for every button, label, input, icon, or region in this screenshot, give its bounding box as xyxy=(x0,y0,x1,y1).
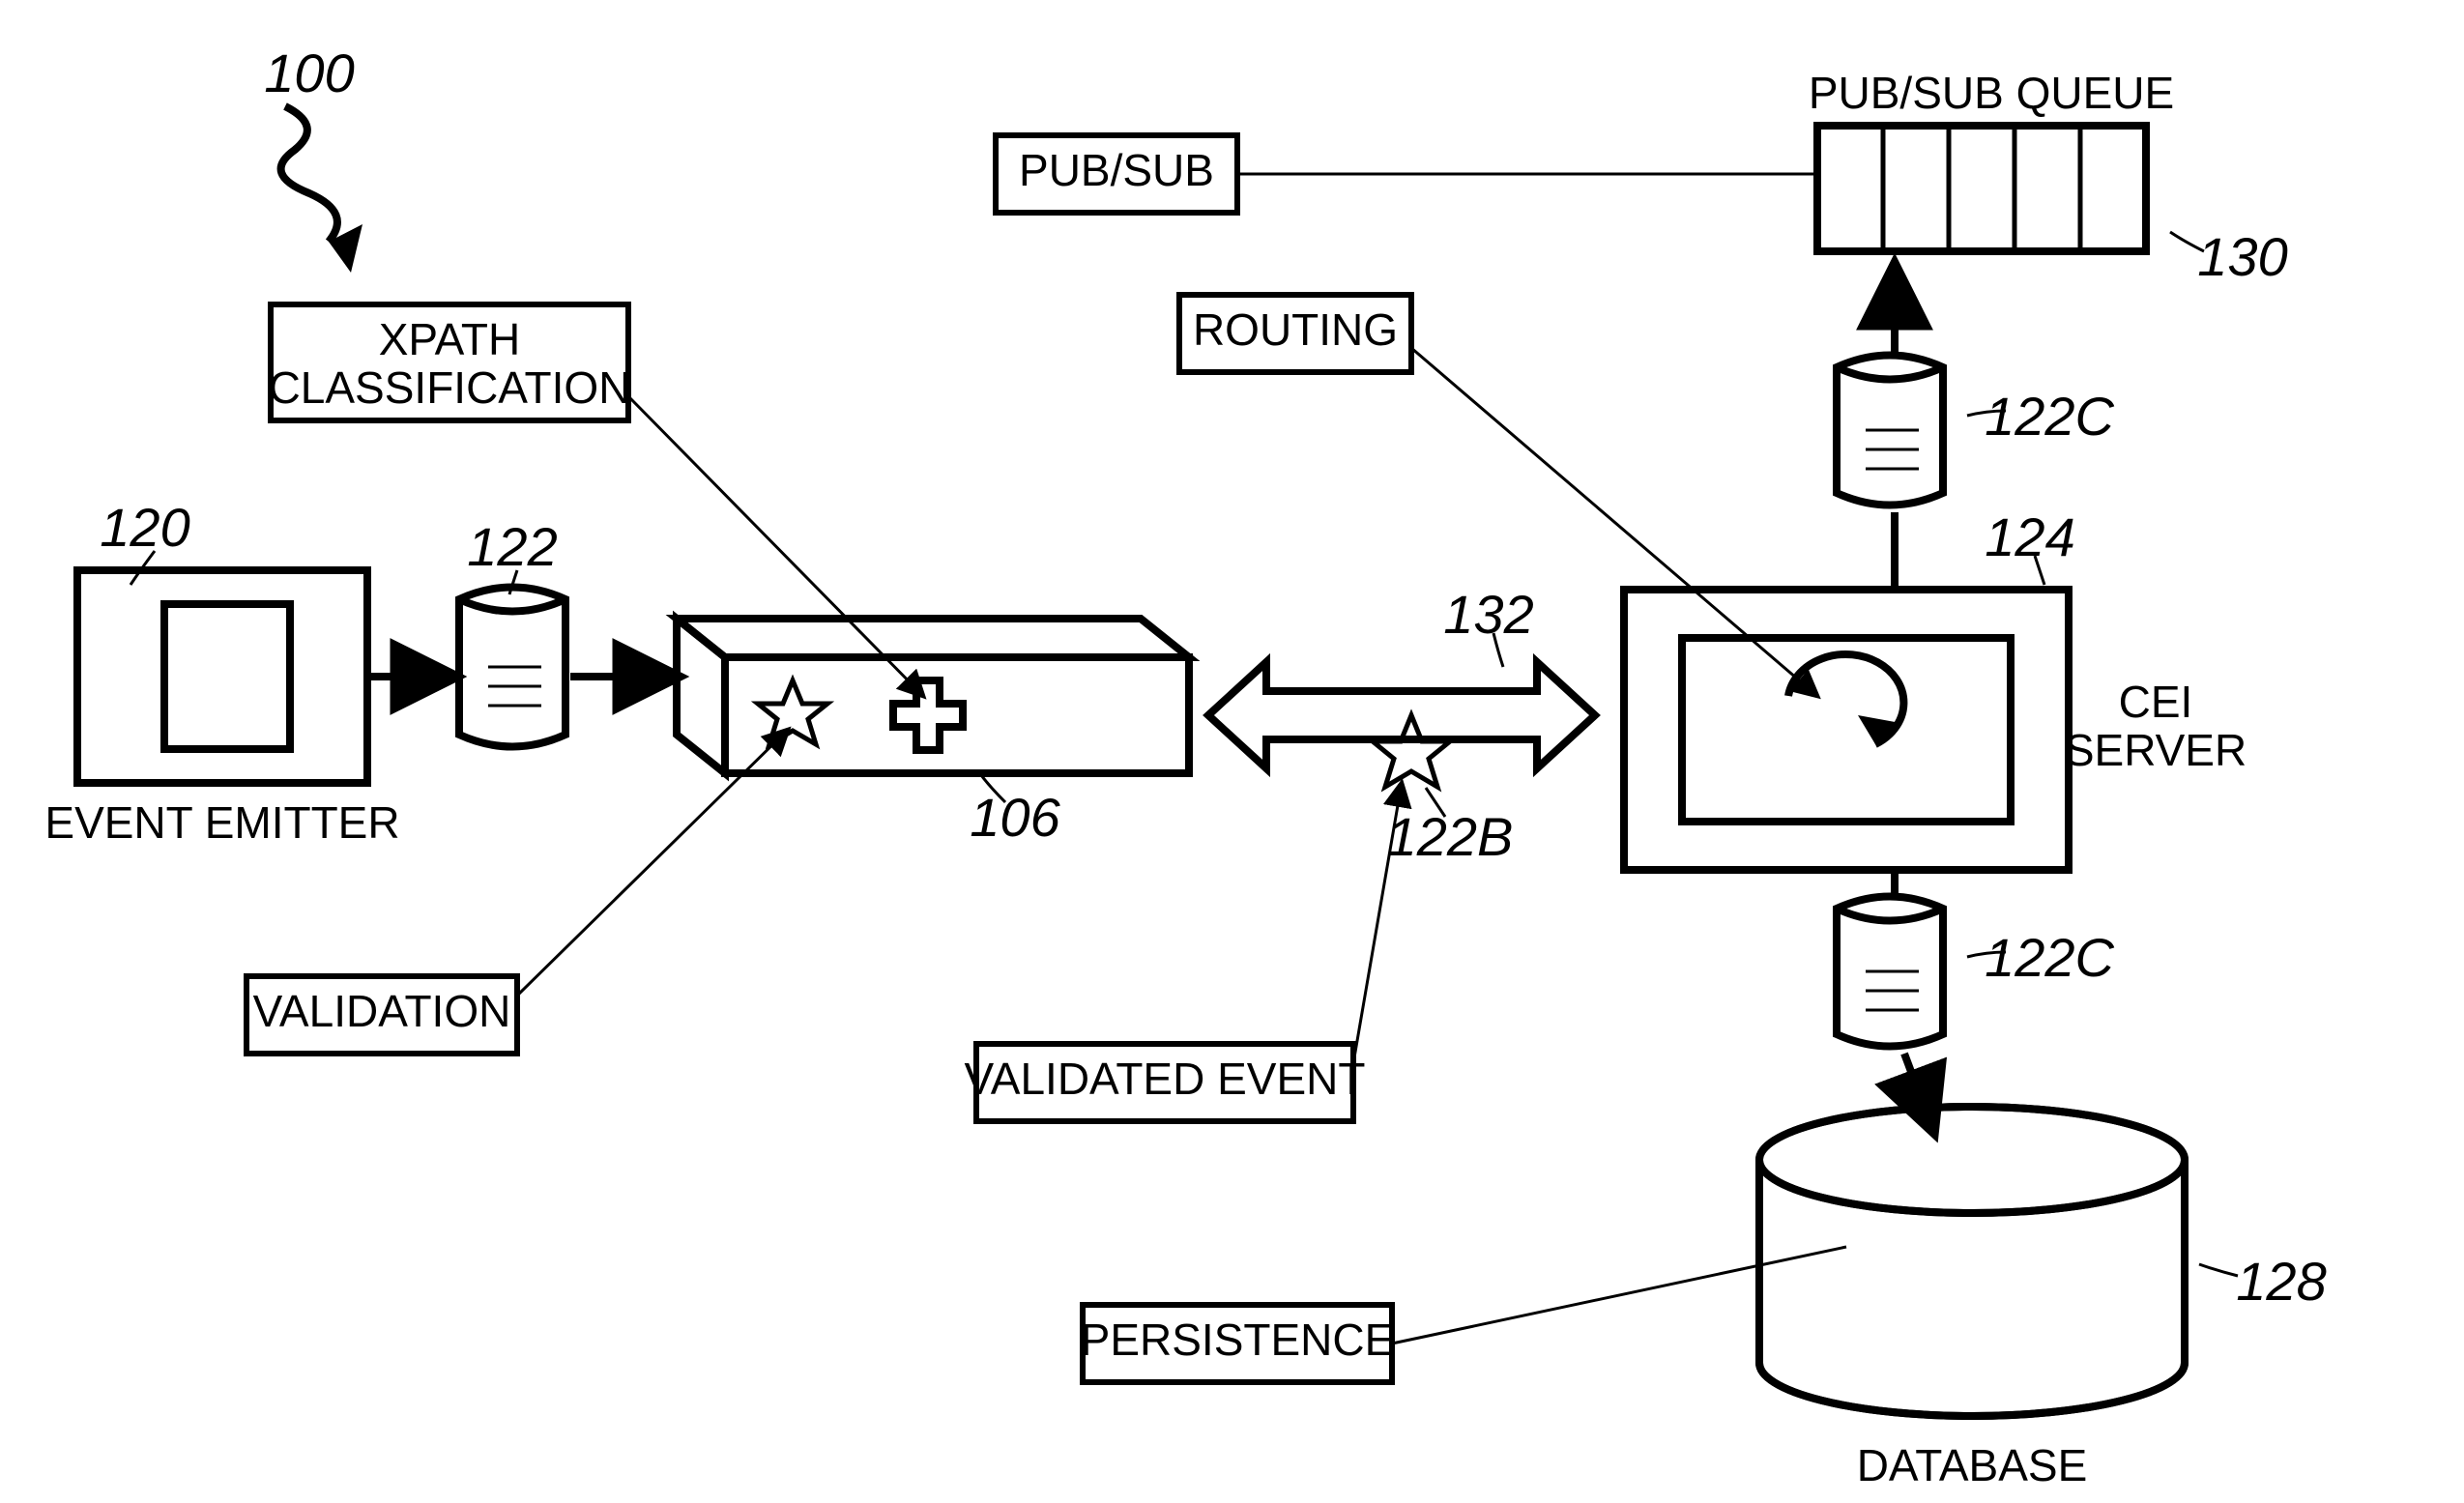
ref-arrow: 132 xyxy=(1443,584,1533,645)
label-validated-event: VALIDATED EVENT xyxy=(965,1054,1366,1104)
label-pubsub: PUB/SUB xyxy=(1019,145,1214,195)
label-database: DATABASE xyxy=(1857,1440,2088,1490)
ref-processor: 106 xyxy=(970,787,1060,848)
label-box-validated-event: VALIDATED EVENT xyxy=(965,1044,1366,1121)
label-event-emitter: EVENT EMITTER xyxy=(44,797,399,848)
database xyxy=(1759,1107,2185,1416)
ref-emitter: 120 xyxy=(100,497,189,558)
label-routing: ROUTING xyxy=(1193,304,1398,355)
document-122c-top xyxy=(1837,356,1943,506)
ref-doc-bottom: 122C xyxy=(1985,927,2114,988)
label-xpath-line2: CLASSIFICATION xyxy=(269,362,631,413)
label-validation: VALIDATION xyxy=(253,986,511,1036)
document-122 xyxy=(459,588,565,747)
label-cei1: CEI xyxy=(2119,677,2193,727)
label-pubsub-queue: PUB/SUB QUEUE xyxy=(1809,68,2174,118)
ref-cei: 124 xyxy=(1985,506,2074,567)
ref-122b: 122B xyxy=(1387,806,1514,867)
bidirectional-arrow xyxy=(1208,662,1595,768)
ref-doc1: 122 xyxy=(467,516,557,577)
ref-figure: 100 xyxy=(264,43,354,103)
label-cei2: SERVER xyxy=(2065,725,2247,775)
cei-server xyxy=(1624,590,2069,870)
label-box-routing: ROUTING xyxy=(1179,295,1411,372)
ref-database: 128 xyxy=(2236,1251,2326,1312)
ref-doc-top: 122C xyxy=(1985,386,2114,447)
pubsub-queue xyxy=(1817,126,2146,251)
star-122b xyxy=(1373,715,1450,787)
label-box-validation: VALIDATION xyxy=(246,976,517,1054)
ref-queue: 130 xyxy=(2197,226,2287,287)
label-box-pubsub: PUB/SUB xyxy=(996,135,1237,213)
label-xpath-line1: XPATH xyxy=(379,314,521,364)
label-box-persistence: PERSISTENCE xyxy=(1081,1305,1395,1382)
processor-box xyxy=(677,619,1189,773)
label-box-xpath: XPATH CLASSIFICATION xyxy=(269,304,631,420)
document-122c-bottom xyxy=(1837,897,1943,1047)
label-persistence: PERSISTENCE xyxy=(1081,1315,1395,1365)
event-emitter xyxy=(77,570,367,783)
